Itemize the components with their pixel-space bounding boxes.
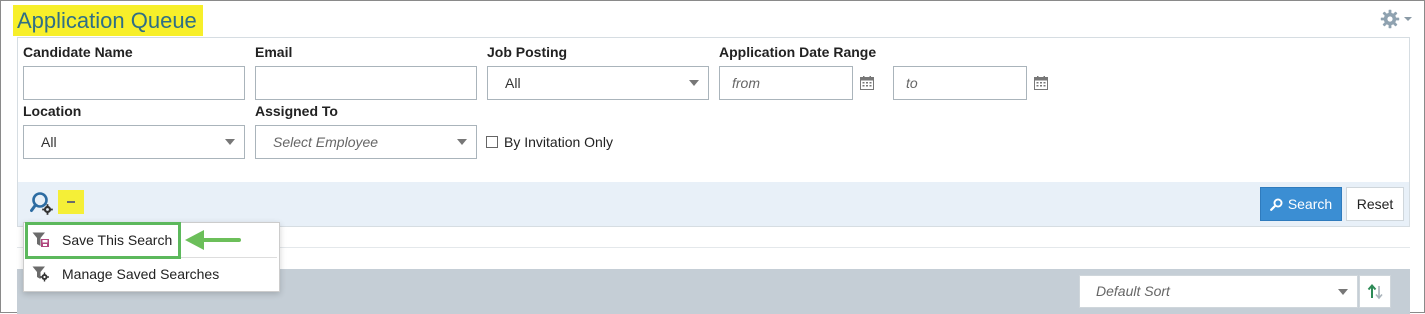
save-filter-icon <box>32 232 49 247</box>
date-from-input[interactable] <box>719 66 853 100</box>
assigned-to-placeholder: Select Employee <box>273 134 379 150</box>
saved-searches-toggle[interactable] <box>58 190 84 214</box>
menu-item-manage-saved-searches[interactable]: Manage Saved Searches <box>24 258 279 290</box>
email-input[interactable] <box>255 66 477 100</box>
location-value: All <box>41 134 57 150</box>
candidate-name-input[interactable] <box>23 66 245 100</box>
by-invitation-option[interactable]: By Invitation Only <box>486 134 613 150</box>
page-title-highlight: Application Queue <box>13 5 203 36</box>
manage-filter-icon <box>32 266 49 282</box>
settings-menu-button[interactable] <box>1380 9 1412 29</box>
chevron-down-icon <box>689 80 699 86</box>
search-button[interactable]: Search <box>1260 187 1342 221</box>
chevron-down-icon <box>1404 17 1412 21</box>
page-title: Application Queue <box>17 8 197 33</box>
assigned-to-label: Assigned To <box>255 103 338 119</box>
menu-item-label: Manage Saved Searches <box>62 266 220 282</box>
sort-direction-button[interactable] <box>1359 275 1391 308</box>
email-label: Email <box>255 44 293 60</box>
location-select[interactable]: All <box>23 125 245 159</box>
search-settings-icon[interactable] <box>30 191 56 217</box>
reset-button-label: Reset <box>1356 196 1394 212</box>
gear-icon <box>1380 9 1400 29</box>
job-posting-value: All <box>505 75 521 91</box>
reset-button[interactable]: Reset <box>1346 187 1404 221</box>
assigned-to-select[interactable]: Select Employee <box>255 125 477 159</box>
sort-select[interactable]: Default Sort <box>1079 275 1358 308</box>
job-posting-label: Job Posting <box>487 44 568 60</box>
menu-item-label: Save This Search <box>62 232 173 248</box>
annotation-arrow-icon <box>185 230 241 250</box>
search-icon <box>1269 198 1283 211</box>
filter-action-bar: Search Reset <box>18 182 1409 226</box>
sort-arrows-icon <box>1367 283 1383 299</box>
chevron-down-icon <box>225 139 235 145</box>
calendar-icon[interactable] <box>860 76 874 90</box>
chevron-down-icon <box>1338 289 1348 295</box>
application-queue-window: Application Queue Candidate Name Email J… <box>0 0 1425 314</box>
chevron-down-icon <box>457 139 467 145</box>
location-label: Location <box>23 103 82 119</box>
sort-placeholder: Default Sort <box>1096 283 1170 299</box>
search-button-label: Search <box>1287 196 1333 212</box>
calendar-icon[interactable] <box>1034 76 1048 90</box>
minus-icon <box>67 201 75 203</box>
candidate-name-label: Candidate Name <box>23 44 133 60</box>
by-invitation-checkbox[interactable] <box>486 136 498 148</box>
filter-panel: Candidate Name Email Job Posting All App… <box>17 37 1410 227</box>
job-posting-select[interactable]: All <box>487 66 709 100</box>
date-range-label: Application Date Range <box>719 44 877 60</box>
by-invitation-label: By Invitation Only <box>504 134 613 150</box>
date-to-input[interactable] <box>893 66 1027 100</box>
